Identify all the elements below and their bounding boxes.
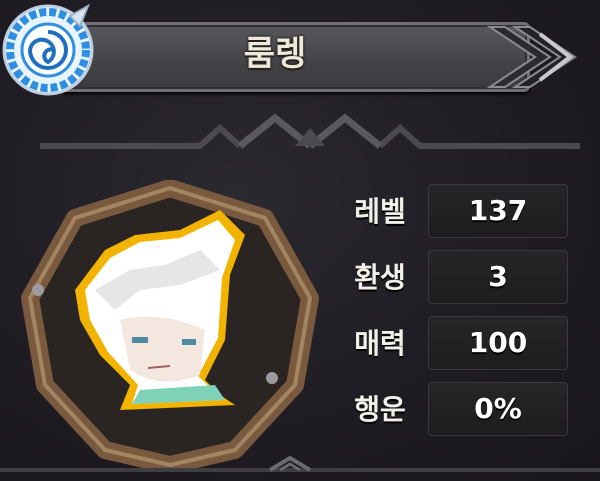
stat-value-luck: 0% <box>474 392 522 425</box>
stat-label-level: 레벨 <box>354 195 406 228</box>
stat-label-luck: 행운 <box>354 393 406 426</box>
stat-value-box-charm: 100 <box>428 316 568 370</box>
stat-value-rebirth: 3 <box>488 260 508 293</box>
stat-label-charm: 매력 <box>354 327 406 360</box>
bottom-divider-ornament <box>0 455 600 472</box>
divider-ornament <box>40 113 580 149</box>
character-portrait <box>21 180 319 470</box>
blue-swirl-emblem-icon <box>2 3 94 96</box>
stat-value-box-level: 137 <box>428 184 568 238</box>
banner-chevron-icon <box>486 26 577 88</box>
character-info-panel: 룸렝 레벨 137 환생 3 매력 100 행운 0% <box>0 0 600 481</box>
stat-value-box-rebirth: 3 <box>428 250 568 304</box>
character-name: 룸렝 <box>243 34 307 74</box>
stat-value-level: 137 <box>468 194 528 227</box>
stat-label-rebirth: 환생 <box>354 261 406 294</box>
stat-value-box-luck: 0% <box>428 382 568 436</box>
stat-value-charm: 100 <box>468 326 528 359</box>
